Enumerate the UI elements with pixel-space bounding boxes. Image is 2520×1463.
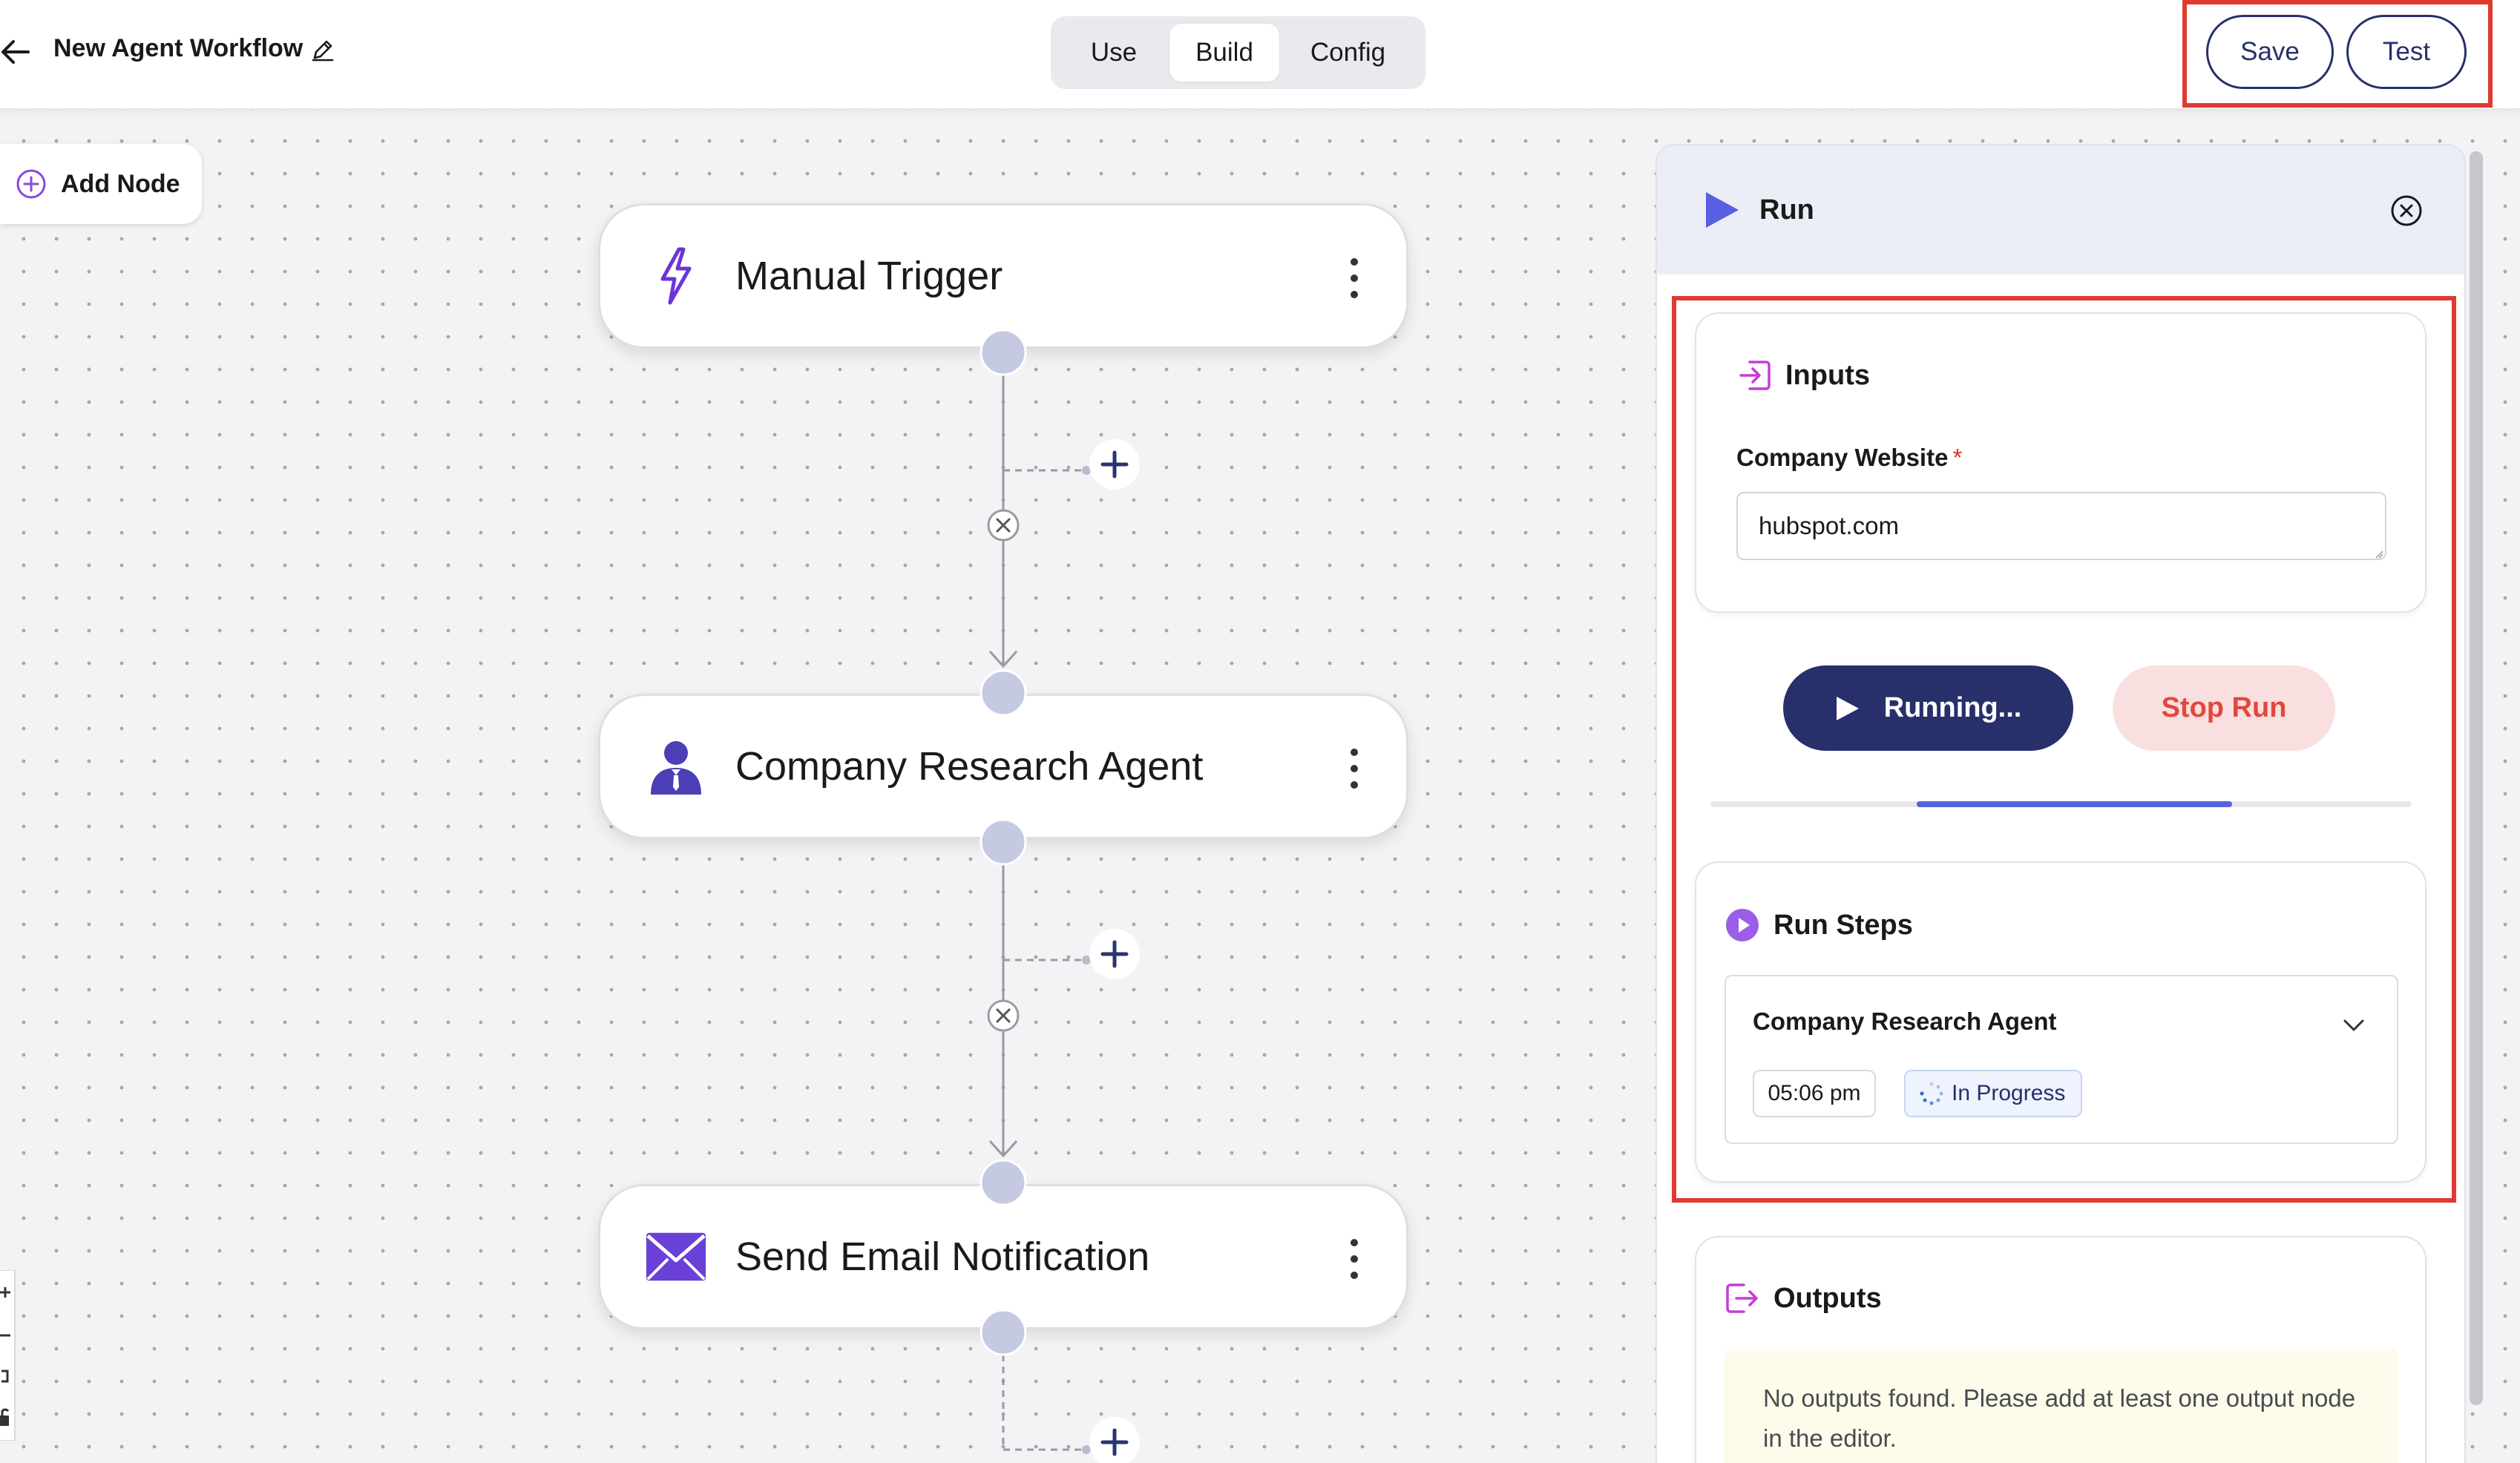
no-outputs-message: No outputs found. Please add at least on… [1725,1349,2398,1463]
panel-scrollbar[interactable] [2470,151,2483,1405]
tab-config[interactable]: Config [1279,24,1417,82]
input-arrow-icon [1739,361,1771,390]
inputs-title: Inputs [1785,359,1870,391]
run-steps-title: Run Steps [1773,909,1913,941]
output-arrow-icon [1726,1283,1758,1313]
field-label-text: Company Website [1736,444,1949,471]
spinner-icon [1920,1082,1943,1105]
workflow-title: New Agent Workflow [53,34,303,62]
no-outputs-text: No outputs found. Please add at least on… [1763,1384,2356,1452]
add-step-plus-icon[interactable] [1086,1414,1143,1463]
tab-use[interactable]: Use [1058,24,1169,82]
node-company-research-agent[interactable]: Company Research Agent [598,694,1408,839]
resize-handle-icon[interactable] [2375,550,2383,559]
step-name: Company Research Agent [1753,1007,2057,1035]
running-button[interactable]: Running... [1783,665,2073,751]
close-icon[interactable] [2389,193,2424,229]
step-time-badge: 05:06 pm [1753,1070,1876,1117]
play-icon [1836,696,1859,720]
company-website-field[interactable] [1736,492,2386,560]
back-arrow-icon[interactable] [0,33,33,71]
outputs-card: Outputs No outputs found. Please add at … [1695,1236,2427,1463]
add-node-label: Add Node [61,169,180,198]
node-title: Company Research Agent [735,744,1204,789]
add-step-plus-icon[interactable] [1086,436,1143,493]
edit-pencil-icon[interactable] [310,37,335,62]
zoom-controls[interactable] [0,1270,19,1441]
tab-build[interactable]: Build [1169,24,1279,82]
add-node-button[interactable]: Add Node [0,144,202,224]
play-circle-icon [1726,909,1759,941]
required-asterisk: * [1952,444,1963,471]
add-step-plus-icon[interactable] [1086,926,1143,982]
envelope-icon [645,1226,707,1288]
step-status-badge: In Progress [1904,1070,2082,1117]
node-title: Manual Trigger [735,254,1003,298]
top-bar: New Agent Workflow Use Build Config Save… [0,0,2520,110]
node-menu-icon[interactable] [1347,1237,1362,1281]
outputs-header: Outputs [1725,1280,1882,1316]
run-steps-header: Run Steps [1725,907,1913,943]
chevron-down-icon[interactable] [2340,1012,2367,1039]
company-website-label: Company Website * [1736,444,1962,472]
remove-connection-icon[interactable] [985,998,1021,1033]
run-progress-fill [1917,801,2232,807]
run-step-item[interactable]: Company Research Agent 05:06 pm In Progr… [1725,975,2398,1144]
lightning-bolt-icon [645,245,707,307]
mode-tabs: Use Build Config [1051,16,1425,89]
stop-run-button[interactable]: Stop Run [2113,665,2335,751]
agent-person-icon [645,735,707,798]
node-manual-trigger[interactable]: Manual Trigger [598,203,1408,349]
node-title: Send Email Notification [735,1234,1150,1279]
play-icon [1706,192,1739,228]
remove-connection-icon[interactable] [985,507,1021,543]
inputs-header: Inputs [1736,358,1870,393]
run-panel-header: Run [1657,145,2464,274]
node-send-email-notification[interactable]: Send Email Notification [598,1184,1408,1329]
outputs-title: Outputs [1773,1282,1882,1314]
run-steps-card: Run Steps Company Research Agent 05:06 p… [1695,861,2427,1183]
save-button[interactable]: Save [2206,15,2334,89]
node-menu-icon[interactable] [1347,256,1362,300]
step-status-label: In Progress [1952,1081,2066,1105]
running-label: Running... [1883,692,2022,723]
inputs-card: Inputs Company Website * [1695,312,2427,613]
node-menu-icon[interactable] [1347,746,1362,791]
add-circle-icon [16,169,46,199]
run-panel-title: Run [1759,194,1814,226]
test-button[interactable]: Test [2346,15,2467,89]
